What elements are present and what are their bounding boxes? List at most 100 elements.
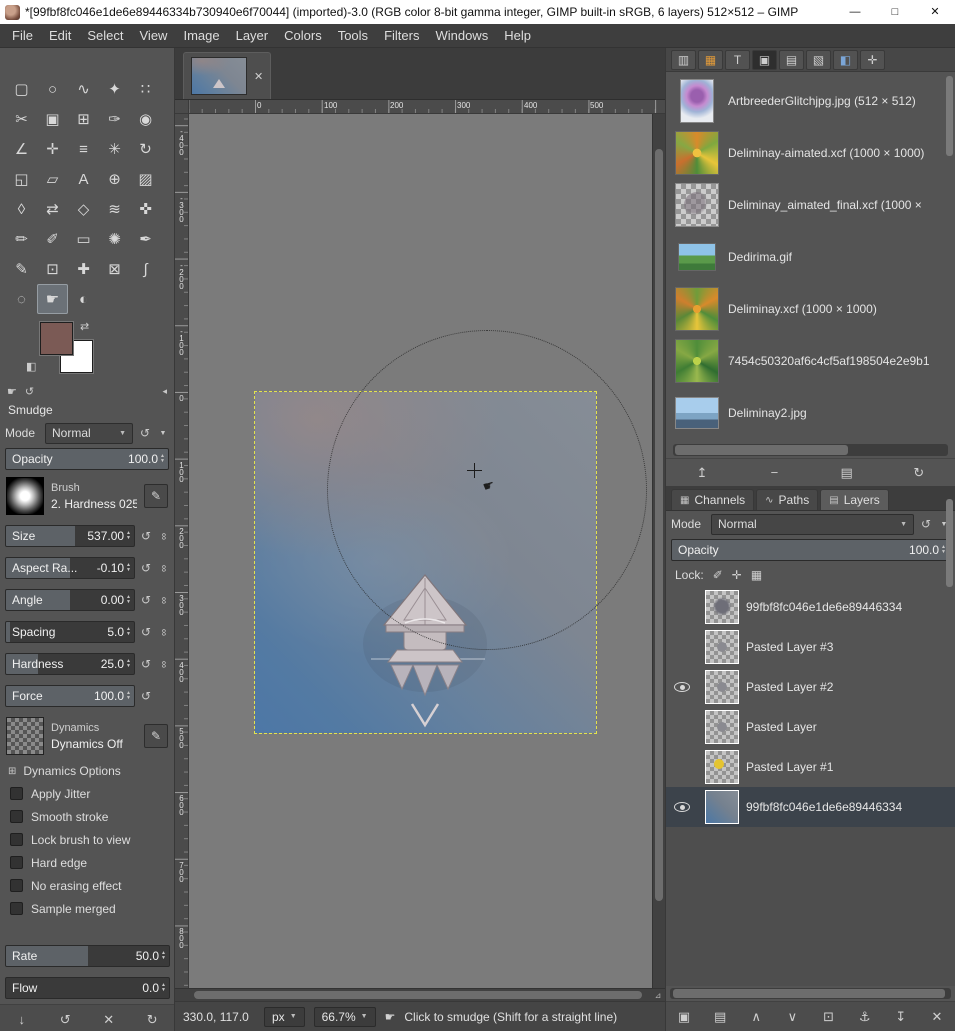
link-icon[interactable]: ∞ bbox=[158, 530, 169, 543]
lock-pixels-button[interactable]: ✐ bbox=[713, 568, 723, 582]
image-list-item[interactable]: Deliminay-aimated.xcf (1000 × 1000) bbox=[666, 127, 955, 179]
checkbox[interactable] bbox=[10, 856, 23, 869]
checkbox[interactable] bbox=[10, 879, 23, 892]
tool-perspective-clone[interactable]: ⊠ bbox=[99, 254, 130, 284]
scrollbar-thumb[interactable] bbox=[675, 445, 849, 455]
tool-align[interactable]: ≡ bbox=[68, 134, 99, 164]
spinner-arrows[interactable]: ▲ ▼ bbox=[161, 983, 166, 993]
smooth-stroke-checkbox[interactable]: Smooth stroke bbox=[0, 805, 174, 828]
no-erasing-effect-checkbox[interactable]: No erasing effect bbox=[0, 874, 174, 897]
layers-scrollbar-thumb[interactable] bbox=[946, 499, 953, 587]
reset-icon[interactable]: ↺ bbox=[138, 625, 154, 639]
brush-name[interactable]: 2. Hardness 025 bbox=[51, 497, 137, 511]
close-button[interactable]: ✕ bbox=[915, 0, 955, 24]
tool-eraser[interactable]: ▭ bbox=[68, 224, 99, 254]
tool-airbrush[interactable]: ✺ bbox=[99, 224, 130, 254]
tab-channels[interactable]: ▦ Channels bbox=[671, 489, 755, 510]
dock-tab-fonts[interactable]: T bbox=[725, 49, 750, 70]
tool-free-select[interactable]: ∿ bbox=[68, 74, 99, 104]
delete-tool-preset-button[interactable]: ✕ bbox=[95, 1012, 123, 1028]
spinner-arrows[interactable]: ▲ ▼ bbox=[126, 563, 131, 573]
lower-layer-button[interactable]: ∨ bbox=[776, 1009, 808, 1025]
vertical-ruler[interactable]: -400 -300 -200 -100 0 100 200 300 400 500 600 700 80… bbox=[175, 114, 189, 988]
tool-ink[interactable]: ✒ bbox=[130, 224, 161, 254]
anchor-layer-button[interactable]: ⚓ bbox=[849, 1009, 881, 1025]
tool-options-tab-icon[interactable]: ☛ bbox=[7, 385, 17, 398]
image-list-item[interactable]: 7454c50320af6c4cf5af198504e2e9b1 bbox=[666, 335, 955, 387]
tool-scissors-select[interactable]: ✂ bbox=[6, 104, 37, 134]
edit-dynamics-button[interactable]: ✎ bbox=[144, 724, 168, 748]
image-tab[interactable]: ✕ bbox=[183, 52, 272, 99]
hard-edge-checkbox[interactable]: Hard edge bbox=[0, 851, 174, 874]
dynamics-options-expander[interactable]: ⊞ Dynamics Options bbox=[0, 760, 174, 782]
images-hscrollbar[interactable] bbox=[673, 444, 948, 456]
save-tool-preset-button[interactable]: ↓ bbox=[8, 1012, 36, 1027]
menu-item[interactable]: Colors bbox=[276, 25, 330, 46]
force-slider[interactable]: Force 100.0 ▲ ▼ bbox=[5, 685, 135, 707]
flow-slider[interactable]: Flow 0.0 ▲ ▼ bbox=[5, 977, 170, 999]
refresh-button[interactable]: ↻ bbox=[903, 465, 935, 481]
duplicate-layer-button[interactable]: ⊡ bbox=[813, 1009, 845, 1025]
tool-gradient[interactable]: ▨ bbox=[130, 164, 161, 194]
tool-foreground-select[interactable]: ▣ bbox=[37, 104, 68, 134]
tool-heal[interactable]: ✚ bbox=[68, 254, 99, 284]
tool-shear[interactable]: ▱ bbox=[37, 164, 68, 194]
layer-row[interactable]: Pasted Layer bbox=[666, 707, 955, 747]
remove-image-button[interactable]: − bbox=[758, 465, 790, 480]
reset-tool-options-button[interactable]: ↻ bbox=[138, 1012, 166, 1028]
tool-scale[interactable]: ◱ bbox=[6, 164, 37, 194]
dock-tab-tool-presets[interactable]: ✛ bbox=[860, 49, 885, 70]
tool-cage-transform[interactable]: ◇ bbox=[68, 194, 99, 224]
tool-text[interactable]: A bbox=[68, 164, 99, 194]
tool-warp-transform[interactable]: ≋ bbox=[99, 194, 130, 224]
aspect-ratio-slider[interactable]: Aspect Ra... -0.10 ▲ ▼ bbox=[5, 557, 135, 579]
layer-row[interactable]: Pasted Layer #1 bbox=[666, 747, 955, 787]
tool-bucket-fill[interactable]: ⊕ bbox=[99, 164, 130, 194]
image-list-item[interactable]: Deliminay.xcf (1000 × 1000) bbox=[666, 283, 955, 335]
ruler-corner[interactable] bbox=[175, 100, 189, 114]
dock-tab-brushes[interactable]: ▥ bbox=[671, 49, 696, 70]
delete-layer-button[interactable]: ✕ bbox=[921, 1009, 953, 1025]
link-icon[interactable]: ∞ bbox=[158, 562, 169, 575]
reset-icon[interactable]: ↺ bbox=[138, 593, 154, 607]
vertical-scrollbar[interactable] bbox=[652, 114, 665, 988]
new-layer-button[interactable]: ▣ bbox=[668, 1009, 700, 1025]
history-icon[interactable]: ↺ bbox=[25, 385, 34, 398]
tool-mypaint-brush[interactable]: ✎ bbox=[6, 254, 37, 284]
dock-tab-gradients[interactable]: ◧ bbox=[833, 49, 858, 70]
dynamics-thumbnail[interactable] bbox=[6, 717, 44, 755]
image-list-item[interactable]: ArtbreederGlitchjpg.jpg (512 × 512) bbox=[666, 75, 955, 127]
image-list-item[interactable]: Dedirima.gif bbox=[666, 231, 955, 283]
menu-item[interactable]: File bbox=[4, 25, 41, 46]
tool-dodge-burn[interactable]: ◐ bbox=[68, 284, 99, 314]
layers-hscrollbar[interactable] bbox=[670, 988, 951, 999]
apply-jitter-checkbox[interactable]: Apply Jitter bbox=[0, 782, 174, 805]
tool-fuzzy-select[interactable]: ✦ bbox=[99, 74, 130, 104]
canvas-viewport[interactable]: ☛ bbox=[189, 114, 652, 988]
raise-layer-button[interactable]: ∧ bbox=[740, 1009, 772, 1025]
raise-displays-button[interactable]: ↥ bbox=[686, 465, 718, 481]
brush-thumbnail[interactable] bbox=[6, 477, 44, 515]
scrollbar-thumb[interactable] bbox=[672, 989, 946, 998]
layer-thumbnail[interactable] bbox=[705, 710, 739, 744]
tool-rotate[interactable]: ↻ bbox=[130, 134, 161, 164]
close-tab-icon[interactable]: ✕ bbox=[254, 70, 263, 83]
lock-alpha-button[interactable]: ▦ bbox=[751, 568, 762, 582]
opacity-slider[interactable]: Opacity 100.0 ▲ ▼ bbox=[5, 448, 169, 470]
layer-row[interactable]: Pasted Layer #2 bbox=[666, 667, 955, 707]
sample-merged-checkbox[interactable]: Sample merged bbox=[0, 897, 174, 920]
dock-tab-patterns[interactable]: ▦ bbox=[698, 49, 723, 70]
spinner-arrows[interactable]: ▲ ▼ bbox=[126, 531, 131, 541]
tool-handle-transform[interactable]: ✜ bbox=[130, 194, 161, 224]
dock-tab-document-history[interactable]: ▤ bbox=[779, 49, 804, 70]
new-display-button[interactable]: ▤ bbox=[831, 465, 863, 481]
layer-thumbnail[interactable] bbox=[705, 790, 739, 824]
horizontal-ruler[interactable]: 0 100 200 300 400 500 bbox=[189, 100, 665, 114]
tool-crop[interactable]: ⊞ bbox=[68, 104, 99, 134]
layer-row[interactable]: Pasted Layer #3 bbox=[666, 627, 955, 667]
menu-item[interactable]: Edit bbox=[41, 25, 79, 46]
link-icon[interactable]: ∞ bbox=[158, 594, 169, 607]
menu-item[interactable]: Image bbox=[175, 25, 227, 46]
checkbox[interactable] bbox=[10, 833, 23, 846]
layer-thumbnail[interactable] bbox=[705, 590, 739, 624]
